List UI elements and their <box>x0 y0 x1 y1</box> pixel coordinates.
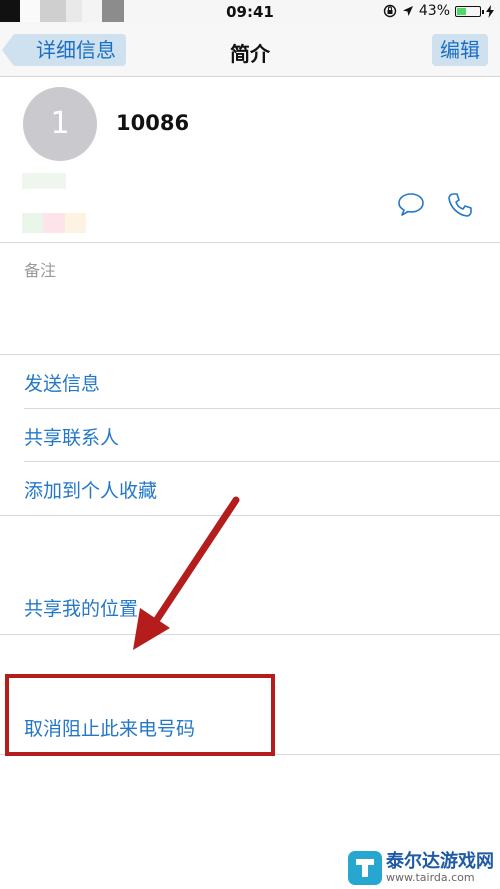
annotation-highlight-box <box>5 674 275 756</box>
watermark-logo-icon <box>348 851 382 885</box>
watermark-url: www.tairda.com <box>386 871 475 884</box>
watermark-title: 泰尔达游戏网 <box>386 851 494 872</box>
watermark: 泰尔达游戏网 www.tairda.com <box>348 851 494 885</box>
